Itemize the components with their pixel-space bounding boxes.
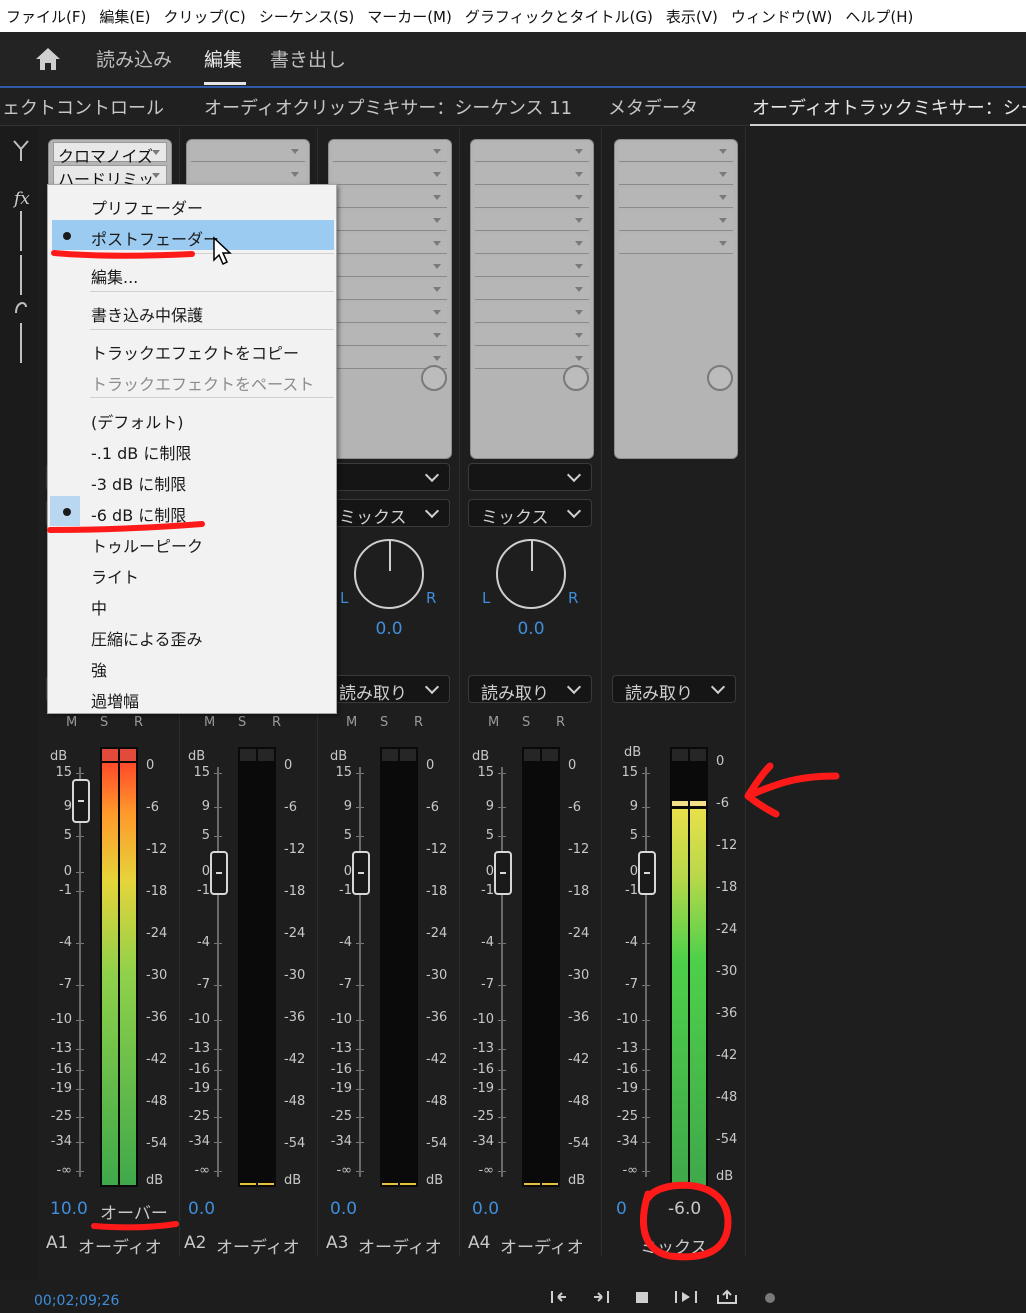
circle-mix-value [640, 1181, 732, 1261]
underline-postfader [51, 250, 195, 259]
red-annotations [47, 250, 840, 1261]
arrow-to-minus6 [744, 762, 840, 818]
underline-limit-6db [47, 521, 205, 533]
underline-over [91, 1221, 179, 1231]
